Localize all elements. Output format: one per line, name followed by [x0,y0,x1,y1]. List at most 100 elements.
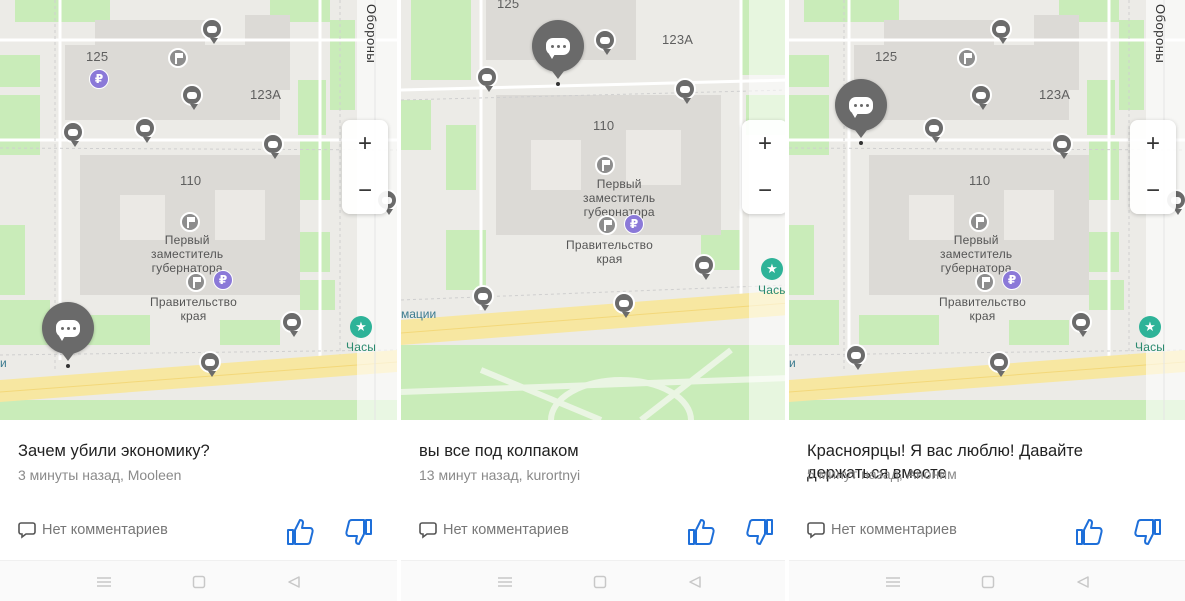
zoom-control: + − [1130,120,1176,214]
post-title: вы все под колпаком [419,442,579,460]
comments-label: Нет комментариев [831,522,957,538]
poi-label-clock: Часы [1135,340,1166,354]
flag-icon[interactable] [957,48,977,68]
house-number: 125 [497,0,520,11]
map-view[interactable]: 125 123А 110 Обороны и Первый заместител… [0,0,397,420]
comments-button[interactable]: Нет комментариев [807,521,957,539]
zoom-control: + − [742,120,788,214]
comment-pin-icon[interactable] [472,285,494,313]
flag-icon[interactable] [168,48,188,68]
map-label-cut: мации [401,307,437,321]
house-number: 123А [1039,87,1071,102]
post-meta: 3 минуты назад, Mooleen [18,467,182,483]
bank-ruble-icon[interactable]: ₽ [1002,270,1022,290]
star-poi-icon[interactable]: ★ [761,258,783,280]
home-square-icon[interactable] [190,573,208,591]
back-triangle-icon[interactable] [1074,573,1092,591]
comment-pin-icon[interactable] [594,29,616,57]
post-card: Красноярцы! Я вас люблю! Давайте держать… [789,420,1185,560]
bank-ruble-icon[interactable]: ₽ [624,214,644,234]
back-triangle-icon[interactable] [686,573,704,591]
house-number: 110 [969,173,991,188]
zoom-control: + − [342,120,388,214]
comment-pin-icon[interactable] [923,117,945,145]
comment-pin-icon[interactable] [1070,311,1092,339]
comment-pin-icon[interactable] [201,18,223,46]
map-label-cut: и [0,356,7,370]
post-title: Зачем убили экономику? [18,442,210,460]
comment-pin-icon[interactable] [674,78,696,106]
flag-icon[interactable] [595,155,615,175]
comment-pin-icon[interactable] [476,66,498,94]
house-number: 110 [593,118,615,133]
zoom-out-button[interactable]: − [742,167,788,214]
map-view[interactable]: 125 123А 110 Обороны и Первый заместител… [789,0,1185,420]
street-name: Обороны [364,4,379,64]
flag-icon[interactable] [186,272,206,292]
zoom-in-button[interactable]: + [1130,120,1176,167]
comment-icon [807,522,825,539]
map-label-cut: и [789,356,796,370]
comment-pin-icon[interactable] [988,351,1010,379]
flag-icon[interactable] [597,215,617,235]
home-square-icon[interactable] [979,573,997,591]
poi-label-government: Правительство края [566,238,653,266]
home-square-icon[interactable] [591,573,609,591]
comments-label: Нет комментариев [443,522,569,538]
selected-comment-pin-icon[interactable] [532,20,584,90]
house-number: 123А [250,87,282,102]
bank-ruble-icon[interactable]: ₽ [89,69,109,89]
comment-pin-icon[interactable] [1051,133,1073,161]
comments-label: Нет комментариев [42,522,168,538]
poi-label-clock: Часы [758,283,789,297]
thumbs-down-icon[interactable] [744,516,776,548]
flag-icon[interactable] [180,212,200,232]
bank-ruble-icon[interactable]: ₽ [213,270,233,290]
comment-pin-icon[interactable] [134,117,156,145]
system-nav-bar [789,560,1185,601]
star-poi-icon[interactable]: ★ [1139,316,1161,338]
flag-icon[interactable] [969,212,989,232]
comment-pin-icon[interactable] [281,311,303,339]
comments-button[interactable]: Нет комментариев [419,521,569,539]
menu-icon[interactable] [95,573,113,591]
post-card: вы все под колпаком 13 минут назад, kuro… [401,420,789,560]
selected-comment-pin-icon[interactable] [835,79,887,149]
thumbs-up-icon[interactable] [284,516,316,548]
screen-1: 125 123А 110 Обороны и Первый заместител… [0,0,397,601]
comment-pin-icon[interactable] [62,121,84,149]
comment-pin-icon[interactable] [613,292,635,320]
comment-pin-icon[interactable] [199,351,221,379]
comment-pin-icon[interactable] [845,344,867,372]
menu-icon[interactable] [884,573,902,591]
thumbs-up-icon[interactable] [1073,516,1105,548]
comment-pin-icon[interactable] [262,133,284,161]
zoom-out-button[interactable]: − [342,167,388,214]
screen-2: 125 123А 110 мации Первый заместитель гу… [401,0,789,601]
poi-label-clock: Часы [346,340,377,354]
menu-icon[interactable] [496,573,514,591]
comment-pin-icon[interactable] [693,254,715,282]
zoom-out-button[interactable]: − [1130,167,1176,214]
house-number: 110 [180,173,202,188]
comment-pin-icon[interactable] [970,84,992,112]
poi-label-deputy: Первый заместитель губернатора [151,233,224,275]
zoom-in-button[interactable]: + [742,120,788,167]
comment-icon [419,522,437,539]
thumbs-down-icon[interactable] [1132,516,1164,548]
thumbs-down-icon[interactable] [343,516,375,548]
post-meta: 13 минут назад, kurortnyi [419,467,581,483]
back-triangle-icon[interactable] [285,573,303,591]
comment-pin-icon[interactable] [990,18,1012,46]
comments-button[interactable]: Нет комментариев [18,521,168,539]
map-view[interactable]: 125 123А 110 мации Первый заместитель гу… [401,0,789,420]
poi-label-government: Правительство края [939,295,1026,323]
house-number: 123А [662,32,694,47]
poi-label-deputy: Первый заместитель губернатора [583,177,656,219]
comment-pin-icon[interactable] [181,84,203,112]
thumbs-up-icon[interactable] [685,516,717,548]
flag-icon[interactable] [975,272,995,292]
zoom-in-button[interactable]: + [342,120,388,167]
selected-comment-pin-icon[interactable] [42,302,94,372]
star-poi-icon[interactable]: ★ [350,316,372,338]
